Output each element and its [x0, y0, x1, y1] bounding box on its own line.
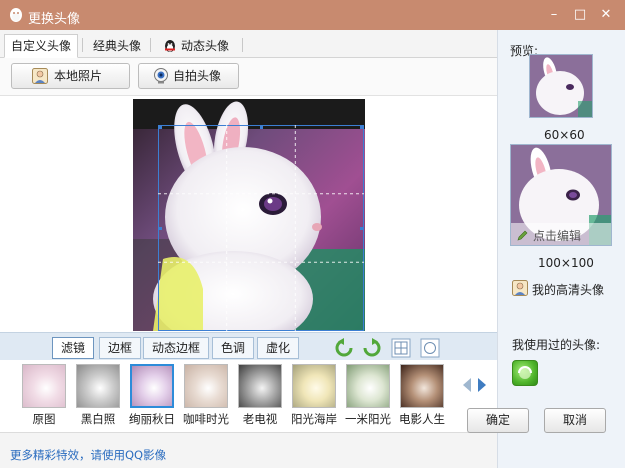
size-small-label: 60×60	[544, 128, 585, 142]
pencil-icon	[517, 230, 528, 241]
right-panel: 预览: 60×60 点击编辑 100×100 我的高清头像 我使用过的头像:	[497, 30, 625, 468]
rabbit-preview-small	[530, 55, 592, 117]
tab-custom-avatar[interactable]: 自定义头像	[4, 34, 79, 58]
filter-thumb-coffee[interactable]	[184, 364, 228, 408]
ok-button[interactable]: 确定	[467, 408, 529, 433]
filter-thumb-movie[interactable]	[400, 364, 444, 408]
filter-label: 黑白照	[80, 412, 116, 426]
toolbar: 本地照片 自拍头像	[0, 58, 497, 96]
green-avatar-icon	[518, 366, 532, 379]
selfie-avatar-label: 自拍头像	[173, 69, 222, 83]
preview-large[interactable]: 点击编辑	[510, 144, 612, 246]
bottom-bar: 更多精彩特效，请使用QQ影像	[0, 432, 497, 468]
rotate-left-icon[interactable]	[334, 338, 354, 358]
local-photo-button[interactable]: 本地照片	[11, 63, 130, 89]
local-photo-label: 本地照片	[54, 69, 103, 83]
hd-avatar-label: 我的高清头像	[532, 283, 605, 297]
filter-label: 电影人生	[399, 412, 445, 426]
tab-separator	[242, 38, 243, 52]
filter-label: 绚丽秋日	[129, 412, 175, 426]
close-button[interactable]: ✕	[597, 6, 615, 24]
cancel-button[interactable]: 取消	[544, 408, 606, 433]
penguin-icon	[165, 40, 175, 52]
filter-thumbnails: 原图 黑白照 绚丽秋日 咖啡时光 老电视 阳光海岸 一米阳光 电影人生	[0, 360, 497, 432]
filter-label: 咖啡时光	[183, 412, 229, 426]
tab-filter[interactable]: 滤镜	[52, 337, 95, 359]
tab-animated-border[interactable]: 动态边框	[143, 337, 210, 359]
tab-border[interactable]: 边框	[99, 337, 142, 359]
used-avatar-thumb[interactable]	[512, 360, 538, 386]
preview-small	[529, 54, 593, 118]
filter-label: 一米阳光	[345, 412, 391, 426]
filter-thumb-sunshine-coast[interactable]	[292, 364, 336, 408]
qq-penguin-icon	[10, 8, 22, 22]
used-avatars-label: 我使用过的头像:	[512, 338, 601, 352]
filter-thumb-old-tv[interactable]	[238, 364, 282, 408]
filter-label: 老电视	[242, 412, 278, 426]
edit-label: 点击编辑	[533, 229, 582, 243]
user-photo-icon	[32, 68, 48, 84]
effects-bar: 滤镜 边框 动态边框 色调 虚化	[0, 332, 497, 360]
tab-animated-avatar[interactable]: 动态头像	[156, 34, 236, 58]
tab-tone[interactable]: 色调	[212, 337, 255, 359]
selfie-avatar-button[interactable]: 自拍头像	[138, 63, 239, 89]
scroll-right-arrow-icon[interactable]	[478, 378, 486, 392]
size-large-label: 100×100	[538, 256, 594, 270]
tab-separator	[82, 38, 83, 52]
filter-thumb-autumn[interactable]	[130, 364, 174, 408]
grid-icon[interactable]	[391, 338, 411, 358]
crop-frame[interactable]	[158, 125, 364, 331]
filter-thumb-sunlight[interactable]	[346, 364, 390, 408]
left-panel: 自定义头像 经典头像 动态头像 本地照片 自拍头像 滤镜 边框 动态边框 色调 …	[0, 30, 497, 468]
circle-crop-icon[interactable]	[420, 338, 440, 358]
crop-grid	[158, 125, 364, 331]
qq-image-link[interactable]: 更多精彩特效，请使用QQ影像	[10, 447, 166, 463]
tab-classic-avatar[interactable]: 经典头像	[86, 34, 148, 58]
rotate-right-icon[interactable]	[362, 338, 382, 358]
scroll-left-arrow-icon[interactable]	[463, 378, 471, 392]
filter-label: 原图	[32, 412, 56, 426]
filter-thumb-bw[interactable]	[76, 364, 120, 408]
maximize-button[interactable]: □	[571, 6, 589, 24]
window-title: 更换头像	[28, 12, 81, 27]
tab-animated-avatar-label: 动态头像	[181, 39, 230, 53]
edit-canvas	[0, 97, 497, 332]
filter-label: 阳光海岸	[291, 412, 337, 426]
filter-thumb-original[interactable]	[22, 364, 66, 408]
tab-blur[interactable]: 虚化	[257, 337, 300, 359]
user-avatar-icon	[512, 280, 528, 296]
tab-separator	[150, 38, 151, 52]
minimize-button[interactable]: –	[545, 6, 563, 24]
tab-bar: 自定义头像 经典头像 动态头像	[0, 30, 497, 58]
title-bar: 更换头像 – □ ✕	[0, 0, 625, 30]
webcam-icon	[154, 68, 168, 84]
